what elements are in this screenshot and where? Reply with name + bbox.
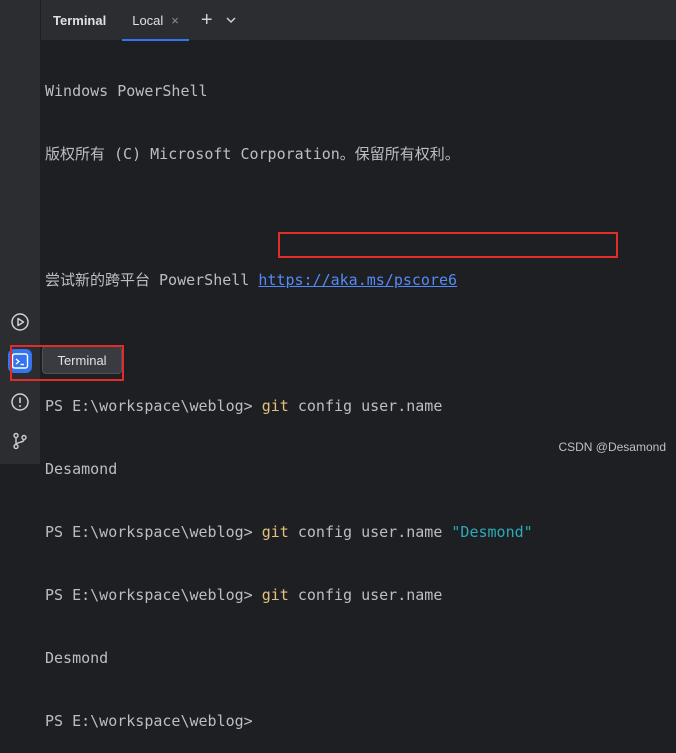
terminal-line: Windows PowerShell xyxy=(45,82,208,100)
highlight-box xyxy=(278,232,618,258)
git-icon[interactable] xyxy=(8,429,32,453)
tab-local[interactable]: Local × xyxy=(122,0,189,41)
tool-window-strip xyxy=(0,0,41,464)
terminal-line: PS E:\workspace\weblog> git config user.… xyxy=(45,397,443,415)
watermark: CSDN @Desamond xyxy=(558,440,666,454)
terminal-line: PS E:\workspace\weblog> git config user.… xyxy=(45,523,533,541)
add-icon[interactable]: + xyxy=(201,9,213,32)
pscore-link[interactable]: https://aka.ms/pscore6 xyxy=(258,271,457,289)
terminal-line: 版权所有 (C) Microsoft Corporation。保留所有权利。 xyxy=(45,145,460,163)
problems-icon[interactable] xyxy=(8,390,32,414)
tooltip-highlight-box xyxy=(10,345,124,381)
chevron-down-icon[interactable] xyxy=(225,14,237,26)
run-icon[interactable] xyxy=(8,310,32,334)
terminal-line: PS E:\workspace\weblog> xyxy=(45,712,253,730)
tab-label: Local xyxy=(132,12,164,28)
terminal-header: Terminal Local × + xyxy=(41,0,676,41)
terminal-line: Desamond xyxy=(45,460,118,478)
terminal-line: 尝试新的跨平台 PowerShell https://aka.ms/pscore… xyxy=(45,271,458,289)
terminal-line: Desmond xyxy=(45,649,109,667)
panel-title: Terminal xyxy=(53,12,107,28)
close-icon[interactable]: × xyxy=(171,13,179,28)
terminal-line: PS E:\workspace\weblog> git config user.… xyxy=(45,586,443,604)
